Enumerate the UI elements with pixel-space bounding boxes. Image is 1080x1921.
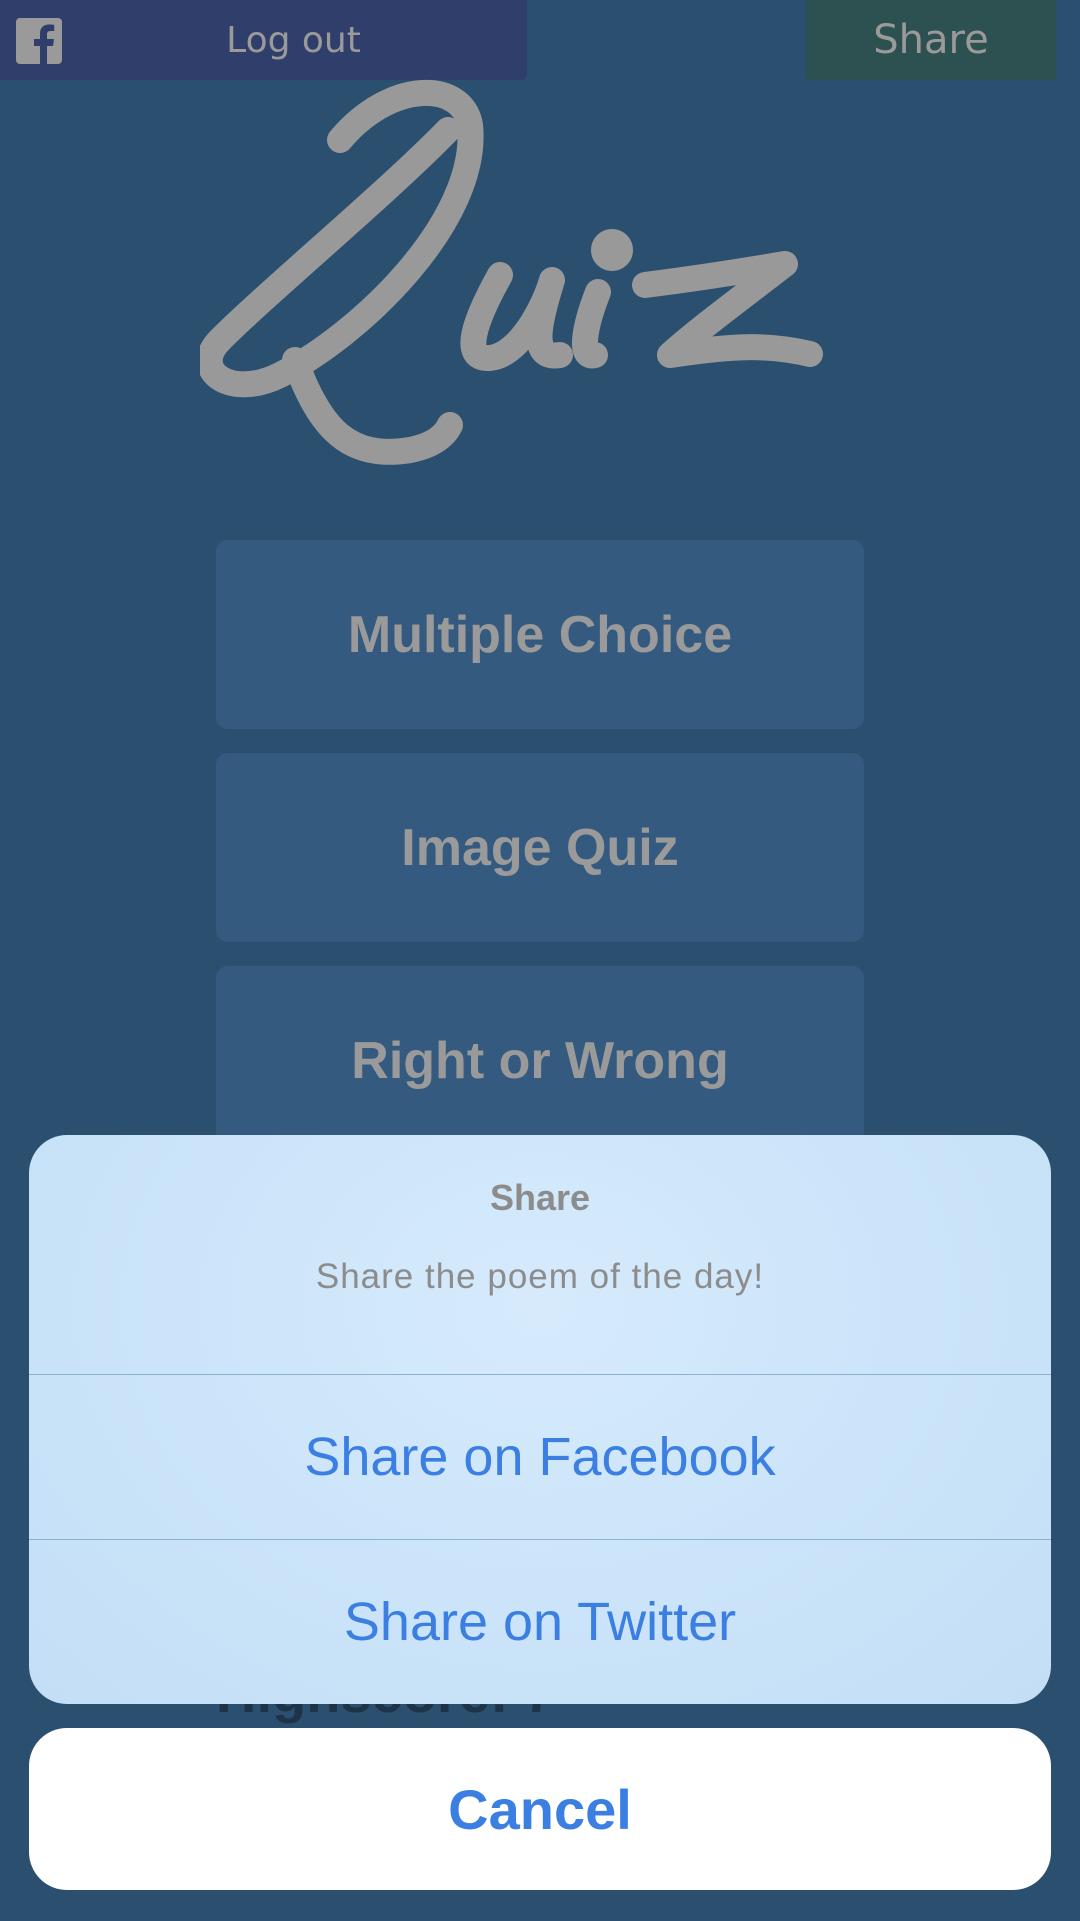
share-action-sheet: Share Share the poem of the day! Share o… xyxy=(29,1135,1051,1704)
action-sheet-message: Share the poem of the day! xyxy=(315,1257,765,1296)
share-button[interactable]: Share xyxy=(806,0,1056,80)
right-or-wrong-button[interactable]: Right or Wrong xyxy=(216,966,864,1155)
multiple-choice-button[interactable]: Multiple Choice xyxy=(216,540,864,729)
logout-label: Log out xyxy=(226,19,361,61)
quiz-logo xyxy=(200,80,823,465)
action-sheet-title: Share xyxy=(489,1177,591,1218)
share-on-facebook-button[interactable]: Share on Facebook xyxy=(29,1375,1051,1539)
action-sheet-header: Share Share the poem of the day! xyxy=(29,1135,1051,1374)
share-on-twitter-button[interactable]: Share on Twitter xyxy=(29,1540,1051,1704)
cancel-button[interactable]: Cancel xyxy=(29,1728,1051,1890)
image-quiz-button[interactable]: Image Quiz xyxy=(216,753,864,942)
facebook-logout-button[interactable]: Log out xyxy=(0,0,527,80)
